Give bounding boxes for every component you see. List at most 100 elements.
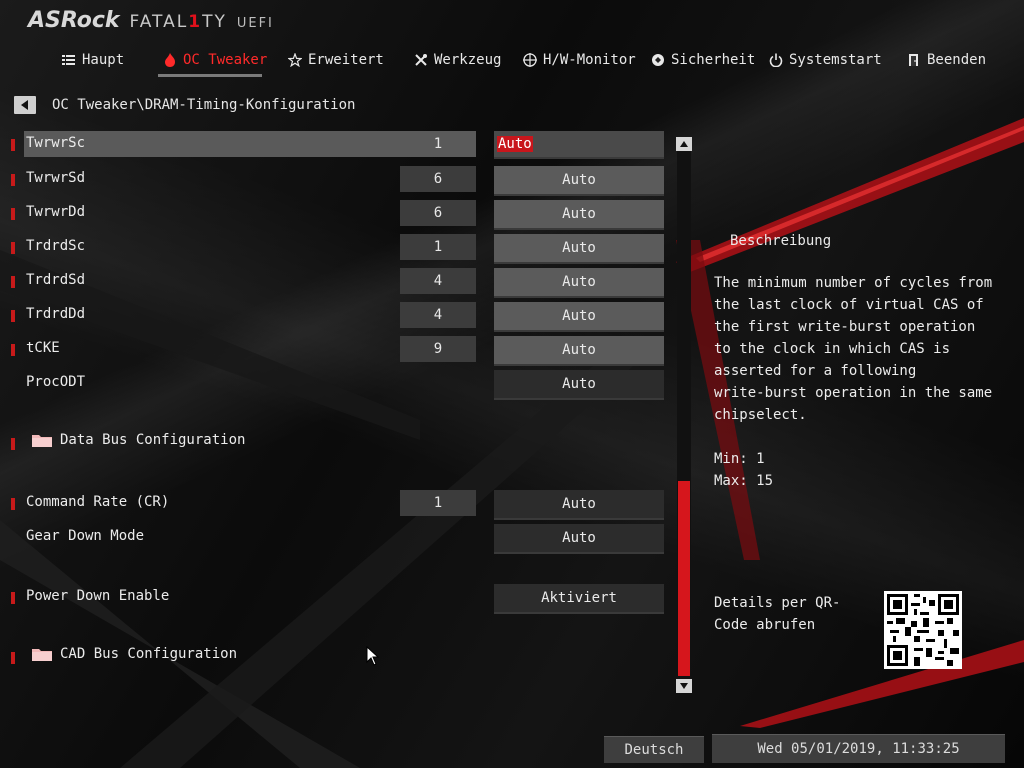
tab-label: Haupt	[82, 52, 125, 68]
power-icon	[769, 53, 783, 67]
tab-werkzeug[interactable]: Werkzeug	[414, 52, 501, 68]
description-title: Beschreibung	[730, 233, 832, 249]
datetime-display: Wed 05/01/2019, 11:33:25	[712, 734, 1005, 763]
setting-row-tcke[interactable]: tCKE 9 Auto	[0, 336, 670, 366]
option-button[interactable]: Auto	[494, 268, 664, 298]
row-marker	[11, 310, 15, 322]
option-button[interactable]: Auto	[494, 234, 664, 264]
submenu-data-bus-configuration[interactable]: Data Bus Configuration	[0, 428, 670, 454]
setting-row-twrwrsc[interactable]: TwrwrSc 1 Auto	[0, 131, 670, 159]
row-marker	[11, 242, 15, 254]
tab-hw-monitor[interactable]: H/W-Monitor	[523, 52, 636, 68]
back-arrow-icon	[20, 100, 28, 110]
tab-haupt[interactable]: Haupt	[62, 52, 124, 68]
setting-label: TwrwrSc	[26, 135, 86, 151]
tab-label: Erweitert	[308, 52, 384, 68]
row-marker	[11, 344, 15, 356]
setting-row-command-rate[interactable]: Command Rate (CR) 1 Auto	[0, 490, 670, 520]
tab-beenden[interactable]: Beenden	[907, 52, 986, 68]
current-value: 1	[400, 490, 476, 516]
flame-icon	[165, 53, 175, 67]
tab-oc-tweaker[interactable]: OC Tweaker	[163, 52, 267, 68]
setting-row-trdrdsd[interactable]: TrdrdSd 4 Auto	[0, 268, 670, 298]
uefi-logo-text: UEFI	[236, 16, 274, 31]
mouse-pointer-icon	[366, 646, 380, 666]
option-button[interactable]: Auto	[494, 490, 664, 520]
row-marker	[11, 652, 15, 664]
fatality-logo-text: FATAL1TY	[129, 12, 227, 32]
row-marker	[11, 174, 15, 186]
asrock-logo-text: ASRock	[28, 8, 120, 33]
setting-label: Power Down Enable	[26, 588, 170, 604]
folder-icon	[32, 649, 52, 661]
shield-icon	[652, 54, 664, 66]
option-input-text: Auto	[497, 136, 533, 152]
current-value: 1	[400, 234, 476, 260]
setting-row-gear-down-mode[interactable]: Gear Down Mode Auto	[0, 524, 670, 554]
option-button[interactable]: Auto	[494, 336, 664, 366]
brand-logo: ASRock FATAL1TY UEFI	[28, 8, 274, 33]
setting-label: TrdrdSd	[26, 272, 86, 288]
list-icon	[62, 55, 75, 65]
back-button[interactable]	[14, 96, 36, 114]
tab-label: Sicherheit	[671, 52, 756, 68]
current-value: 6	[400, 166, 476, 192]
tab-label: Beenden	[927, 52, 987, 68]
setting-row-trdrdsc[interactable]: TrdrdSc 1 Auto	[0, 234, 670, 264]
option-button[interactable]: Auto	[494, 524, 664, 554]
row-marker	[11, 276, 15, 288]
option-button[interactable]: Auto	[494, 166, 664, 196]
qr-code	[884, 591, 962, 669]
tab-sicherheit[interactable]: Sicherheit	[651, 52, 755, 68]
qr-code-image	[887, 594, 959, 666]
option-button[interactable]: Aktiviert	[494, 584, 664, 614]
setting-label: tCKE	[26, 340, 60, 356]
scroll-down-button[interactable]	[676, 679, 692, 693]
tools-icon	[415, 54, 427, 66]
option-button[interactable]: Auto	[494, 370, 664, 400]
min-value: Min: 1	[714, 451, 765, 467]
star-icon	[288, 53, 302, 67]
setting-row-power-down-enable[interactable]: Power Down Enable Aktiviert	[0, 584, 670, 614]
tab-label: OC Tweaker	[183, 52, 268, 68]
max-value: Max: 15	[714, 473, 774, 489]
submenu-cad-bus-configuration[interactable]: CAD Bus Configuration	[0, 642, 670, 668]
submenu-label: Data Bus Configuration	[60, 432, 246, 448]
setting-label: TwrwrSd	[26, 170, 86, 186]
setting-row-twrwrdd[interactable]: TwrwrDd 6 Auto	[0, 200, 670, 230]
current-value: 6	[400, 200, 476, 226]
current-value: 9	[400, 336, 476, 362]
folder-icon	[32, 435, 52, 447]
current-value: 4	[400, 302, 476, 328]
tab-erweitert[interactable]: Erweitert	[288, 52, 384, 68]
arrow-down-icon	[680, 683, 688, 689]
scroll-up-button[interactable]	[676, 137, 692, 151]
setting-row-trdrddd[interactable]: TrdrdDd 4 Auto	[0, 302, 670, 332]
setting-row-procodt[interactable]: ProcODT Auto	[0, 370, 670, 400]
row-marker	[11, 592, 15, 604]
setting-label: TrdrdSc	[26, 238, 86, 254]
option-input[interactable]: Auto	[494, 131, 664, 159]
tab-systemstart[interactable]: Systemstart	[769, 52, 882, 68]
arrow-up-icon	[680, 141, 688, 147]
tab-label: Systemstart	[789, 52, 882, 68]
settings-scrollbar[interactable]	[676, 137, 692, 693]
language-button[interactable]: Deutsch	[604, 736, 704, 763]
breadcrumb-path: OC Tweaker\DRAM-Timing-Konfiguration	[52, 97, 356, 113]
setting-label: TwrwrDd	[26, 204, 86, 220]
description-text: The minimum number of cycles from the la…	[714, 275, 993, 423]
tab-label: Werkzeug	[434, 52, 502, 68]
value-range: Min: 1 Max: 15	[714, 448, 773, 492]
current-value: 4	[400, 268, 476, 294]
submenu-label: CAD Bus Configuration	[60, 646, 238, 662]
breadcrumb: OC Tweaker\DRAM-Timing-Konfiguration	[14, 96, 355, 114]
setting-label: ProcODT	[26, 374, 86, 390]
scrollbar-thumb[interactable]	[678, 481, 690, 676]
option-button[interactable]: Auto	[494, 200, 664, 230]
setting-label: Command Rate (CR)	[26, 494, 170, 510]
setting-row-twrwrsd[interactable]: TwrwrSd 6 Auto	[0, 166, 670, 196]
row-marker	[11, 139, 15, 151]
qr-code-label: Details per QR-Code abrufen	[714, 595, 841, 633]
option-button[interactable]: Auto	[494, 302, 664, 332]
main-tab-bar: Haupt OC Tweaker Erweitert Werkzeug H/W-…	[0, 52, 1024, 76]
